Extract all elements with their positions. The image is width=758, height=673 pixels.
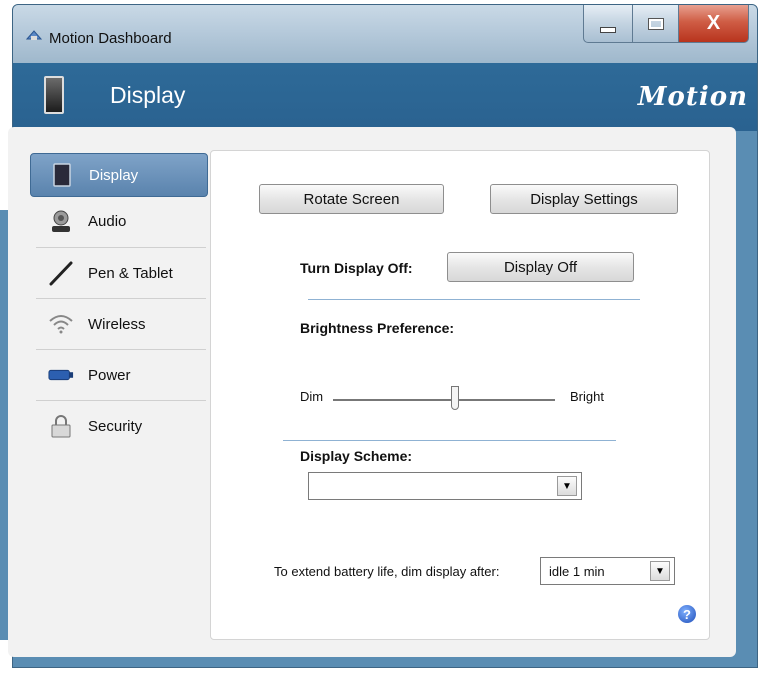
sidebar-separator — [36, 298, 206, 299]
headset-icon — [48, 208, 74, 234]
sidebar-item-display[interactable]: Display — [30, 153, 208, 197]
battery-dim-value: idle 1 min — [549, 564, 605, 579]
brightness-max-label: Bright — [570, 389, 604, 404]
battery-icon — [48, 362, 74, 388]
brightness-label: Brightness Preference: — [300, 320, 455, 336]
sidebar-item-label: Display — [89, 166, 139, 184]
sidebar-separator — [36, 247, 206, 248]
maximize-icon — [647, 17, 664, 30]
display-header-icon — [44, 76, 64, 114]
wireless-icon — [48, 311, 74, 337]
sidebar-item-label: Wireless — [88, 315, 146, 333]
divider — [283, 440, 616, 441]
window-title: Motion Dashboard — [49, 30, 172, 47]
sidebar-item-label: Pen & Tablet — [88, 264, 173, 282]
sidebar-separator — [36, 400, 206, 401]
app-icon — [26, 30, 42, 40]
close-icon: X — [706, 12, 721, 34]
maximize-button[interactable] — [633, 5, 679, 43]
minimize-icon — [600, 26, 616, 33]
rotate-screen-button[interactable]: Rotate Screen — [259, 184, 444, 214]
brightness-slider-thumb[interactable] — [451, 386, 460, 410]
chevron-down-icon[interactable]: ▼ — [557, 476, 577, 496]
title-bar: Motion Dashboard X — [13, 5, 757, 63]
sidebar-item-pen-tablet[interactable]: Pen & Tablet — [30, 251, 208, 295]
battery-dim-label: To extend battery life, dim display afte… — [274, 564, 500, 579]
pen-icon — [48, 260, 74, 286]
brightness-min-label: Dim — [300, 389, 324, 404]
battery-dim-select[interactable]: idle 1 min ▼ — [540, 557, 675, 585]
help-icon[interactable]: ? — [678, 605, 696, 623]
minimize-button[interactable] — [583, 5, 633, 43]
turn-display-off-label: Turn Display Off: — [300, 260, 413, 276]
display-off-button[interactable]: Display Off — [447, 252, 634, 282]
display-settings-button[interactable]: Display Settings — [490, 184, 678, 214]
close-button[interactable]: X — [679, 5, 749, 43]
sidebar-item-label: Audio — [88, 212, 127, 230]
sidebar-item-security[interactable]: Security — [30, 404, 208, 448]
chevron-down-icon[interactable]: ▼ — [650, 561, 670, 581]
sidebar-item-audio[interactable]: Audio — [30, 199, 208, 243]
tablet-icon — [49, 162, 75, 188]
sidebar-item-label: Security — [88, 417, 143, 435]
display-scheme-label: Display Scheme: — [300, 448, 413, 464]
brand-logo: Motion — [637, 82, 748, 112]
display-scheme-select[interactable]: ▼ — [308, 472, 582, 500]
window-controls: X — [583, 5, 749, 45]
lock-icon — [48, 413, 74, 439]
brightness-slider-track[interactable] — [333, 399, 555, 401]
sidebar-separator — [36, 349, 206, 350]
sidebar-item-wireless[interactable]: Wireless — [30, 302, 208, 346]
sidebar-item-label: Power — [88, 366, 131, 384]
sidebar-item-power[interactable]: Power — [30, 353, 208, 397]
divider — [308, 299, 640, 300]
header-title: Display — [110, 82, 186, 108]
